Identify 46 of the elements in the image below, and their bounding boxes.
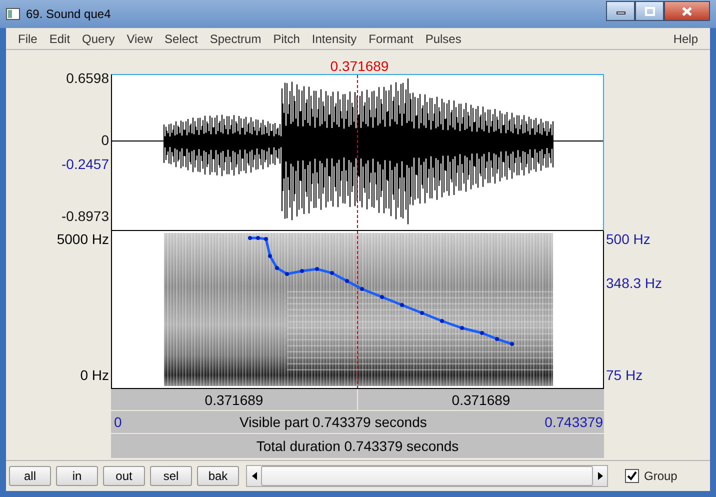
- scroll-right-icon[interactable]: [593, 466, 607, 486]
- time-segment[interactable]: 0.371689: [111, 389, 357, 410]
- menu-item[interactable]: Spectrum: [204, 32, 268, 46]
- total-duration-bar[interactable]: Total duration 0.743379 seconds: [111, 434, 604, 459]
- amplitude-label: -0.8973: [62, 208, 109, 224]
- close-icon: [682, 6, 692, 16]
- visible-part-label: Visible part 0.743379 seconds: [240, 414, 427, 430]
- maximize-icon: [644, 6, 654, 16]
- window-title: 69. Sound que4: [26, 7, 112, 21]
- amplitude-label: 0: [101, 132, 109, 148]
- close-button[interactable]: [664, 1, 710, 21]
- visible-part-bar[interactable]: 0 Visible part 0.743379 seconds 0.743379: [111, 411, 604, 434]
- menu-item[interactable]: Edit: [43, 32, 76, 46]
- frequency-label: 0 Hz: [80, 367, 109, 383]
- group-checkbox[interactable]: [625, 469, 639, 483]
- menu-item[interactable]: Help: [667, 32, 704, 46]
- zoom-button[interactable]: sel: [150, 466, 192, 486]
- menu-item[interactable]: Formant: [362, 32, 420, 46]
- time-segment[interactable]: 0.371689: [357, 389, 604, 410]
- window-icon: [6, 8, 20, 20]
- cursor-time: 0.371689: [330, 58, 389, 74]
- amplitude-label: -0.2457: [62, 156, 109, 172]
- menu-item[interactable]: Query: [76, 32, 121, 46]
- zoom-button[interactable]: out: [103, 466, 145, 486]
- pitch-label: 348.3 Hz: [606, 275, 662, 291]
- menu-item[interactable]: View: [120, 32, 159, 46]
- scrollbar[interactable]: [246, 465, 608, 487]
- menu-item[interactable]: Intensity: [306, 32, 363, 46]
- pitch-label: 500 Hz: [606, 231, 650, 247]
- pitch-label: 75 Hz: [606, 367, 643, 383]
- zoom-button[interactable]: in: [56, 466, 98, 486]
- scroll-thumb[interactable]: [261, 466, 593, 486]
- amplitude-label: 0.6598: [66, 70, 109, 86]
- maximize-button[interactable]: [635, 1, 664, 21]
- zoom-button[interactable]: all: [9, 466, 51, 486]
- end-time: 0.743379: [544, 414, 603, 430]
- frequency-label: 5000 Hz: [56, 231, 109, 247]
- group-label: Group: [644, 469, 678, 483]
- start-time: 0: [114, 414, 122, 430]
- zoom-button[interactable]: bak: [197, 466, 239, 486]
- menu-item[interactable]: File: [12, 32, 44, 46]
- minimize-button[interactable]: [606, 1, 635, 21]
- scroll-left-icon[interactable]: [247, 466, 261, 486]
- menu-item[interactable]: Select: [158, 32, 204, 46]
- menu-item[interactable]: Pulses: [419, 32, 468, 46]
- menu-item[interactable]: Pitch: [267, 32, 306, 46]
